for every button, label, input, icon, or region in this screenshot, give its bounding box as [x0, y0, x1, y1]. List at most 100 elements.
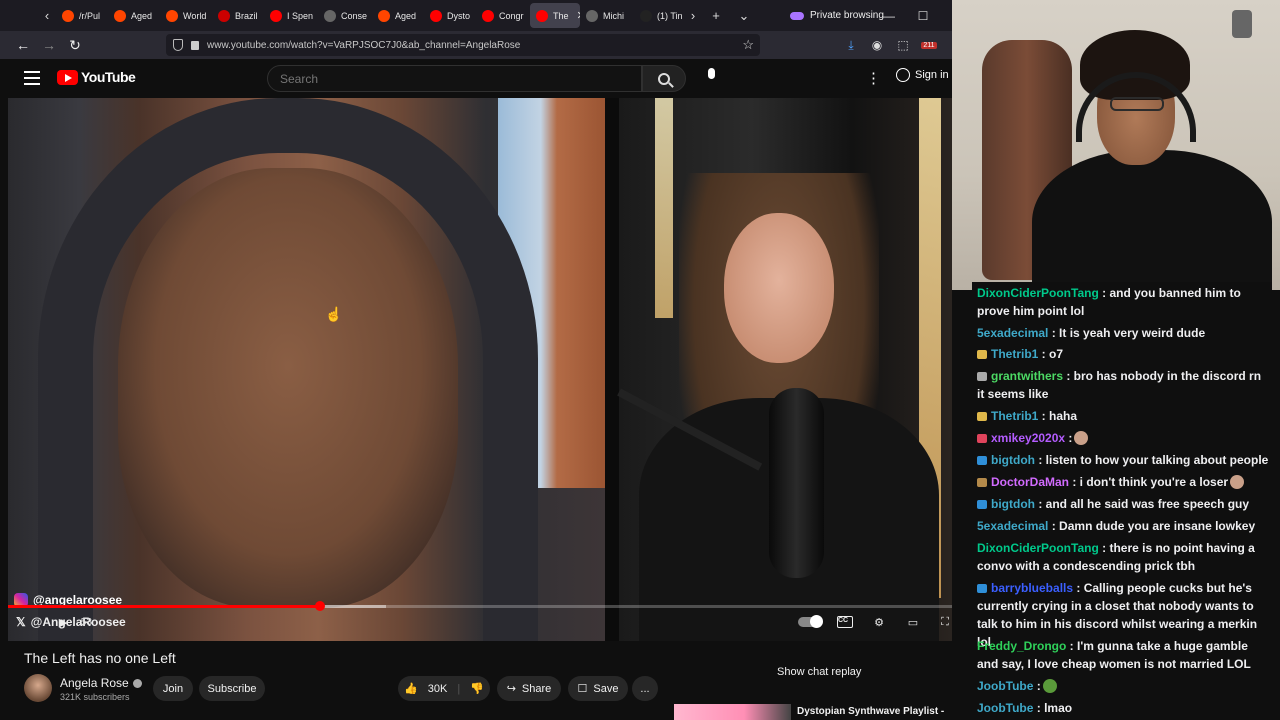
chat-message: Thetrib1 : haha: [977, 407, 1269, 425]
back-button[interactable]: ←: [10, 31, 36, 59]
extensions-icon[interactable]: ⬚: [892, 33, 914, 57]
chat-username[interactable]: 5exadecimal: [977, 519, 1048, 533]
sign-in-button[interactable]: Sign in: [896, 68, 949, 82]
channel-name[interactable]: Angela Rose: [60, 676, 142, 690]
chat-message: 5exadecimal : It is yeah very weird dude: [977, 324, 1269, 342]
progress-bar[interactable]: [8, 601, 952, 611]
chat-username[interactable]: Thetrib1: [991, 347, 1038, 361]
chat-text: : o7: [1038, 347, 1064, 361]
forward-button[interactable]: →: [36, 31, 62, 59]
browser-tab[interactable]: Brazil: [212, 0, 264, 31]
browser-tab[interactable]: World: [160, 0, 212, 31]
fullscreen-icon[interactable]: ⛶: [934, 614, 952, 630]
dislike-thumbs-down-icon[interactable]: 👎: [470, 682, 484, 695]
chat-username[interactable]: 5exadecimal: [977, 326, 1048, 340]
chat-username[interactable]: DixonCiderPoonTang: [977, 541, 1099, 555]
tab-label: (1) Tin: [657, 10, 683, 21]
play-icon[interactable]: ▶: [52, 614, 74, 630]
chat-message: Thetrib1 : o7: [977, 345, 1269, 363]
tracking-shield-icon[interactable]: [173, 39, 183, 51]
browser-tab[interactable]: Aged: [108, 0, 160, 31]
browser-tab[interactable]: Dysto: [424, 0, 476, 31]
chat-username[interactable]: DoctorDaMan: [991, 475, 1069, 489]
browser-tab[interactable]: Michi: [580, 0, 634, 31]
chat-message: DixonCiderPoonTang : there is no point h…: [977, 539, 1269, 575]
chat-text: : Damn dude you are insane lowkey: [1048, 519, 1256, 533]
recommended-thumbnail[interactable]: [674, 704, 791, 720]
subscribe-button[interactable]: Subscribe: [199, 676, 265, 701]
more-actions-button[interactable]: ...: [632, 676, 658, 701]
chat-username[interactable]: JoobTube: [977, 701, 1033, 715]
share-label: Share: [521, 682, 552, 695]
menu-icon[interactable]: [24, 71, 40, 85]
mouse-cursor-icon: ☝: [325, 306, 343, 322]
chat-text: : haha: [1038, 409, 1078, 423]
screen: ‹ /r/Pul Aged World Brazil I Spen Conse Aged Dy…: [0, 0, 1280, 720]
youtube-logo-text: YouTube: [81, 69, 136, 85]
bookmark-star-icon[interactable]: ☆: [742, 37, 754, 53]
chat-username[interactable]: bigtdoh: [991, 497, 1035, 511]
chat-username[interactable]: JoobTube: [977, 679, 1033, 693]
downloads-icon[interactable]: ⤓: [840, 33, 862, 57]
account-icon[interactable]: ◉: [866, 33, 888, 57]
search-input[interactable]: [267, 65, 642, 92]
share-button[interactable]: ↪ Share: [497, 676, 561, 701]
settings-gear-icon[interactable]: ⚙: [868, 614, 890, 630]
tab-favicon-icon: [62, 9, 74, 22]
more-options-icon[interactable]: ⋮: [866, 69, 881, 87]
miniplayer-icon[interactable]: ▭: [902, 614, 924, 630]
tab-scroll-left-icon[interactable]: ‹: [38, 0, 56, 31]
tab-label: Michi: [603, 10, 625, 21]
browser-tab[interactable]: The✕: [530, 3, 580, 28]
chat-username[interactable]: xmikey2020x: [991, 431, 1065, 445]
tab-label: Conse: [341, 10, 368, 21]
progress-scrubber[interactable]: [314, 601, 325, 611]
chat-username[interactable]: bigtdoh: [991, 453, 1035, 467]
browser-tab[interactable]: /r/Pul: [56, 0, 108, 31]
channel-avatar[interactable]: [24, 674, 52, 702]
tab-list-chevron-down-icon[interactable]: ⌄: [730, 0, 758, 31]
tab-label: Brazil: [235, 10, 258, 21]
browser-tab[interactable]: Congr: [476, 0, 530, 31]
chat-username[interactable]: barryblueballs: [991, 581, 1073, 595]
tab-favicon-icon: [586, 9, 598, 22]
chat-username[interactable]: Freddy_Drongo: [977, 639, 1066, 653]
progress-buffered: [319, 605, 386, 608]
podcast-microphone: [769, 388, 824, 578]
browser-tab[interactable]: Conse: [318, 0, 372, 31]
like-thumbs-up-icon[interactable]: 👍: [404, 682, 418, 695]
minimize-button[interactable]: —: [874, 0, 904, 31]
youtube-logo[interactable]: YouTube: [57, 69, 136, 85]
chat-username[interactable]: grantwithers: [991, 369, 1063, 383]
url-text[interactable]: www.youtube.com/watch?v=VaRPJSOC7J0&ab_c…: [207, 40, 520, 51]
maximize-button[interactable]: ☐: [908, 0, 938, 31]
chat-username[interactable]: Thetrib1: [991, 409, 1038, 423]
lock-icon[interactable]: [191, 40, 199, 50]
chat-text: : It is yeah very weird dude: [1048, 326, 1206, 340]
address-bar[interactable]: www.youtube.com/watch?v=VaRPJSOC7J0&ab_c…: [166, 34, 760, 56]
tab-favicon-icon: [218, 9, 230, 22]
browser-tab[interactable]: I Spen: [264, 0, 318, 31]
show-chat-replay-button[interactable]: Show chat replay: [777, 666, 861, 678]
browser-tab[interactable]: (1) Tin: [634, 0, 684, 31]
reload-button[interactable]: ↻: [62, 31, 88, 59]
tab-label: I Spen: [287, 10, 314, 21]
channel-name-text[interactable]: Angela Rose: [60, 676, 129, 690]
save-button[interactable]: ☐ Save: [568, 676, 628, 701]
youtube-header: YouTube ⋮ Sign in: [0, 59, 952, 98]
new-tab-button[interactable]: +: [702, 0, 730, 31]
autoplay-toggle[interactable]: [798, 615, 823, 628]
captions-cc-icon[interactable]: CC: [834, 614, 856, 630]
browser-tab[interactable]: Aged: [372, 0, 424, 31]
chat-message: grantwithers : bro has nobody in the dis…: [977, 367, 1269, 403]
tab-label: Aged: [395, 10, 417, 21]
search-button[interactable]: [642, 65, 686, 92]
recommended-title[interactable]: Dystopian Synthwave Playlist -: [797, 706, 944, 717]
like-count[interactable]: 30K: [428, 683, 448, 695]
extension-badge-icon[interactable]: 211: [918, 33, 940, 57]
join-button[interactable]: Join: [153, 676, 193, 701]
chat-username[interactable]: DixonCiderPoonTang: [977, 286, 1099, 300]
voice-search-mic-icon[interactable]: [702, 68, 720, 88]
video-player[interactable]: ☝ @angelaroosee 𝕏 @AngelaRoosee ▶ :53 CC…: [8, 98, 952, 641]
tab-scroll-right-icon[interactable]: ›: [684, 0, 702, 31]
